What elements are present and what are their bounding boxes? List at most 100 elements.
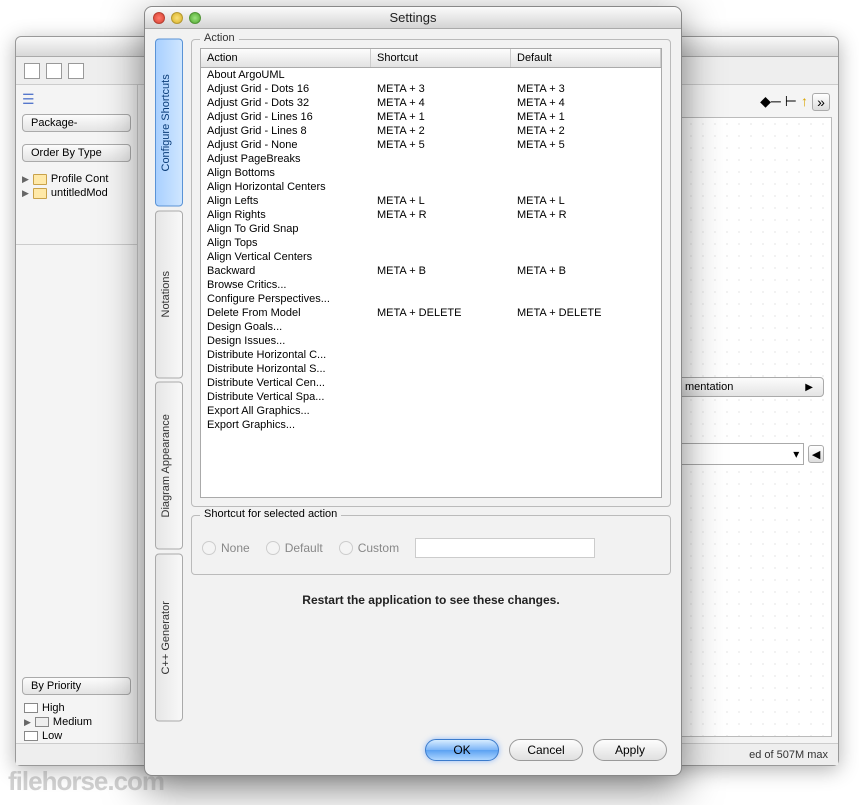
minimize-icon[interactable] [171, 12, 183, 24]
tree-item[interactable]: ▶ untitledMod [22, 186, 131, 200]
table-row[interactable]: Adjust Grid - Dots 16META + 3META + 3 [201, 82, 661, 96]
table-row[interactable]: Align Horizontal Centers [201, 180, 661, 194]
table-row[interactable]: About ArgoUML [201, 68, 661, 82]
action-legend: Action [200, 32, 239, 44]
overflow-button[interactable]: » [812, 93, 830, 111]
cell-action: Design Issues... [201, 334, 371, 348]
connector-icon[interactable]: ⊢ [785, 93, 797, 111]
radio-none[interactable]: None [202, 541, 250, 555]
tab-notations[interactable]: Notations [155, 211, 183, 379]
cell-action: Export All Graphics... [201, 404, 371, 418]
cell-default: META + 4 [511, 96, 661, 110]
expand-icon[interactable]: ▶ [24, 717, 31, 728]
order-by-selector[interactable]: Order By Type [22, 144, 131, 162]
cell-shortcut: META + L [371, 194, 511, 208]
toolbar-icon[interactable] [46, 63, 62, 79]
expand-icon[interactable]: ▶ [22, 188, 29, 199]
priority-swatch [24, 731, 38, 741]
ok-button[interactable]: OK [425, 739, 499, 761]
dropdown-select[interactable]: ▾ [674, 443, 804, 465]
cell-default [511, 180, 661, 194]
table-row[interactable]: Align To Grid Snap [201, 222, 661, 236]
table-row[interactable]: Distribute Horizontal C... [201, 348, 661, 362]
priority-item-medium[interactable]: ▶ Medium [16, 715, 137, 729]
radio-custom[interactable]: Custom [339, 541, 399, 555]
expand-icon[interactable]: ▶ [22, 174, 29, 185]
radio-default[interactable]: Default [266, 541, 323, 555]
shortcut-fieldset: Shortcut for selected action None Defaul… [191, 515, 671, 575]
table-row[interactable]: Align Vertical Centers [201, 250, 661, 264]
explorer-tree[interactable]: ▶ Profile Cont ▶ untitledMod [16, 168, 137, 204]
column-header-action[interactable]: Action [201, 49, 371, 67]
column-header-shortcut[interactable]: Shortcut [371, 49, 511, 67]
package-selector[interactable]: Package- [22, 114, 131, 132]
table-row[interactable]: Distribute Vertical Cen... [201, 376, 661, 390]
cell-shortcut: META + R [371, 208, 511, 222]
radio-label: None [221, 541, 250, 555]
table-row[interactable]: BackwardMETA + BMETA + B [201, 264, 661, 278]
cell-shortcut [371, 278, 511, 292]
table-row[interactable]: Adjust Grid - Dots 32META + 4META + 4 [201, 96, 661, 110]
table-row[interactable]: Adjust Grid - Lines 16META + 1META + 1 [201, 110, 661, 124]
cell-action: Adjust Grid - None [201, 138, 371, 152]
cell-default [511, 236, 661, 250]
table-row[interactable]: Align Bottoms [201, 166, 661, 180]
table-row[interactable]: Distribute Horizontal S... [201, 362, 661, 376]
priority-swatch [24, 703, 38, 713]
tab-diagram-appearance[interactable]: Diagram Appearance [155, 382, 183, 550]
tab-configure-shortcuts[interactable]: Configure Shortcuts [155, 39, 183, 207]
table-row[interactable]: Export All Graphics... [201, 404, 661, 418]
table-row[interactable]: Adjust Grid - Lines 8META + 2META + 2 [201, 124, 661, 138]
table-row[interactable]: Align RightsMETA + RMETA + R [201, 208, 661, 222]
cell-action: Align Lefts [201, 194, 371, 208]
dialog-title: Settings [145, 10, 681, 25]
table-row[interactable]: Align LeftsMETA + LMETA + L [201, 194, 661, 208]
table-row[interactable]: Distribute Vertical Spa... [201, 390, 661, 404]
arrow-up-icon[interactable]: ↑ [801, 93, 808, 111]
custom-shortcut-field[interactable] [415, 538, 595, 558]
tree-item[interactable]: ▶ Profile Cont [22, 172, 131, 186]
radio-custom-input[interactable] [339, 541, 353, 555]
priority-header[interactable]: By Priority [22, 677, 131, 695]
radio-none-input[interactable] [202, 541, 216, 555]
cell-default: META + 3 [511, 82, 661, 96]
column-header-default[interactable]: Default [511, 49, 661, 67]
table-row[interactable]: Design Goals... [201, 320, 661, 334]
cell-shortcut: META + 3 [371, 82, 511, 96]
close-icon[interactable] [153, 12, 165, 24]
tab-cpp-generator[interactable]: C++ Generator [155, 554, 183, 722]
cancel-button[interactable]: Cancel [509, 739, 583, 761]
radio-default-input[interactable] [266, 541, 280, 555]
cell-action: Distribute Vertical Spa... [201, 390, 371, 404]
table-row[interactable]: Align Tops [201, 236, 661, 250]
table-row[interactable]: Export Graphics... [201, 418, 661, 432]
cell-action: About ArgoUML [201, 68, 371, 82]
dialog-titlebar[interactable]: Settings [145, 7, 681, 29]
table-row[interactable]: Adjust PageBreaks [201, 152, 661, 166]
arrow-left-icon[interactable]: ◆─ [760, 93, 781, 111]
table-row[interactable]: Design Issues... [201, 334, 661, 348]
toolbar-icon[interactable] [68, 63, 84, 79]
folder-icon [33, 188, 47, 199]
table-row[interactable]: Browse Critics... [201, 278, 661, 292]
table-header: Action Shortcut Default [201, 49, 661, 68]
collapse-button[interactable]: ◀ [808, 445, 824, 463]
apply-button[interactable]: Apply [593, 739, 667, 761]
priority-item-high[interactable]: High [16, 701, 137, 715]
toolbar-icon[interactable] [24, 63, 40, 79]
cell-shortcut: META + 2 [371, 124, 511, 138]
documentation-tab[interactable]: mentation ▶ [674, 377, 824, 397]
cell-shortcut: META + B [371, 264, 511, 278]
cell-default [511, 292, 661, 306]
table-row[interactable]: Adjust Grid - NoneMETA + 5META + 5 [201, 138, 661, 152]
table-row[interactable]: Configure Perspectives... [201, 292, 661, 306]
cell-action: Adjust PageBreaks [201, 152, 371, 166]
zoom-icon[interactable] [189, 12, 201, 24]
table-body[interactable]: About ArgoUMLAdjust Grid - Dots 16META +… [201, 68, 661, 497]
traffic-lights [153, 12, 201, 24]
restart-note: Restart the application to see these cha… [191, 583, 671, 621]
priority-item-low[interactable]: Low [16, 729, 137, 743]
cell-default [511, 320, 661, 334]
table-row[interactable]: Delete From ModelMETA + DELETEMETA + DEL… [201, 306, 661, 320]
cell-default [511, 250, 661, 264]
